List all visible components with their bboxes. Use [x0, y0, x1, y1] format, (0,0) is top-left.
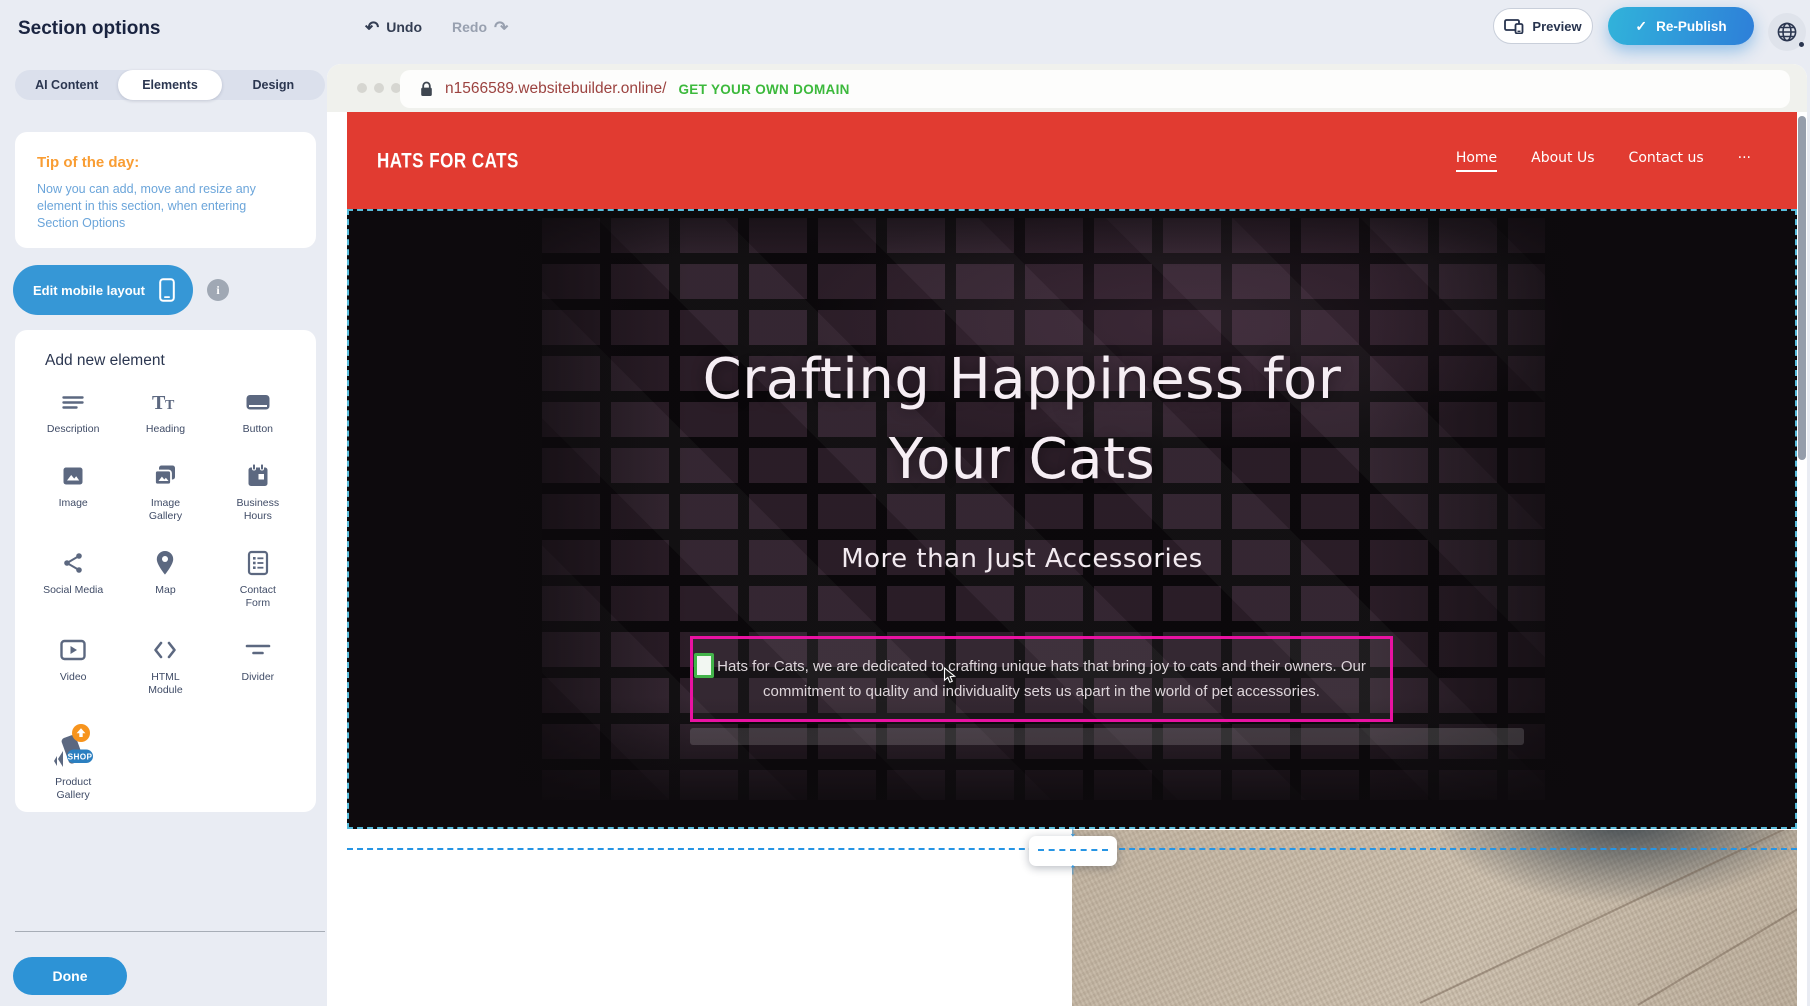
browser-traffic-lights: [357, 83, 401, 93]
edit-mobile-layout-button[interactable]: Edit mobile layout: [13, 265, 193, 315]
canvas-scrollbar[interactable]: [1798, 116, 1806, 460]
element-product-gallery[interactable]: SHOP Product Gallery: [27, 723, 119, 802]
resize-dashes: [1038, 849, 1108, 851]
sidebar-tabs: AI Content Elements Design: [15, 70, 325, 100]
nav-about-us[interactable]: About Us: [1531, 150, 1594, 172]
arrow-up-icon: ↑: [1029, 862, 1117, 878]
address-bar[interactable]: n1566589.websitebuilder.online/ GET YOUR…: [400, 70, 1790, 108]
hero-subheading[interactable]: More than Just Accessories: [349, 544, 1695, 574]
checkmark-icon: ✓: [1635, 18, 1647, 35]
info-icon[interactable]: i: [207, 279, 229, 301]
selected-text-element[interactable]: Hats for Cats, we are dedicated to craft…: [690, 636, 1393, 722]
sidebar-divider: [15, 931, 325, 932]
element-business-hours[interactable]: Business Hours: [212, 462, 304, 523]
contact-form-icon: [247, 549, 269, 577]
element-button[interactable]: Button: [212, 388, 304, 436]
heading-icon: TT: [152, 388, 178, 416]
svg-text:T: T: [152, 392, 166, 414]
element-drag-handle[interactable]: [694, 653, 714, 678]
element-image[interactable]: Image: [27, 462, 119, 523]
undo-label: Undo: [386, 19, 422, 35]
hero-paragraph[interactable]: Hats for Cats, we are dedicated to craft…: [693, 654, 1390, 704]
pavement-joint-line: [1637, 901, 1797, 1006]
get-domain-link[interactable]: GET YOUR OWN DOMAIN: [678, 82, 849, 97]
element-map[interactable]: Map: [119, 549, 211, 610]
tab-elements[interactable]: Elements: [118, 70, 221, 100]
mouse-cursor-icon: [943, 667, 957, 685]
svg-text:SHOP: SHOP: [68, 752, 93, 761]
element-grid: Description TT Heading Button Image Imag…: [27, 388, 304, 802]
element-contact-form[interactable]: Contact Form: [212, 549, 304, 610]
image-gallery-icon: [152, 462, 178, 490]
preview-label: Preview: [1532, 19, 1581, 34]
element-social-media[interactable]: Social Media: [27, 549, 119, 610]
tip-title: Tip of the day:: [37, 154, 139, 171]
business-hours-icon: [246, 462, 270, 490]
nav-more-dots[interactable]: ···: [1738, 150, 1751, 172]
tip-body: Now you can add, move and resize any ele…: [37, 181, 287, 232]
element-html-module[interactable]: HTML Module: [119, 636, 211, 697]
drop-target-band: [690, 728, 1524, 745]
hero-section-selected[interactable]: Crafting Happiness for Your Cats More th…: [347, 209, 1797, 829]
language-globe-button[interactable]: [1768, 13, 1806, 51]
devices-icon: [1504, 19, 1524, 34]
site-nav: Home About Us Contact us ···: [1456, 150, 1751, 172]
arrow-down-icon: ↓: [1029, 824, 1117, 840]
section-resize-handle[interactable]: ↓ ↑: [1029, 836, 1117, 866]
add-panel-title: Add new element: [45, 352, 165, 370]
nav-contact-us[interactable]: Contact us: [1629, 150, 1704, 172]
element-description[interactable]: Description: [27, 388, 119, 436]
preview-button[interactable]: Preview: [1493, 8, 1593, 44]
divider-icon: [245, 636, 271, 664]
next-section-photo: [1072, 830, 1797, 1006]
social-media-icon: [61, 549, 85, 577]
lock-icon: [420, 81, 433, 97]
redo-icon: ↷: [494, 19, 508, 36]
phone-icon: [159, 278, 175, 302]
element-heading[interactable]: TT Heading: [119, 388, 211, 436]
button-icon: [245, 388, 271, 416]
nav-home[interactable]: Home: [1456, 150, 1497, 172]
site-url[interactable]: n1566589.websitebuilder.online/: [445, 80, 666, 98]
description-icon: [61, 388, 85, 416]
globe-icon: [1776, 21, 1798, 43]
pavement-joint-line: [1420, 830, 1797, 1004]
add-new-element-panel: Add new element Description TT Heading B…: [15, 330, 316, 812]
tab-design[interactable]: Design: [222, 70, 325, 100]
product-gallery-icon: SHOP: [50, 723, 96, 769]
site-logo[interactable]: HATS FOR CATS: [377, 148, 519, 173]
video-icon: [60, 636, 86, 664]
tip-of-the-day-card: Tip of the day: Now you can add, move an…: [15, 132, 316, 248]
undo-icon: ↶: [365, 19, 379, 36]
redo-label: Redo: [452, 19, 487, 35]
browser-chrome: n1566589.websitebuilder.online/ GET YOUR…: [327, 64, 1807, 112]
site-header[interactable]: HATS FOR CATS Home About Us Contact us ·…: [347, 112, 1797, 209]
html-code-icon: [152, 636, 178, 664]
tab-ai-content[interactable]: AI Content: [15, 70, 118, 100]
undo-button[interactable]: ↶ Undo: [365, 14, 422, 40]
edit-mobile-label: Edit mobile layout: [33, 283, 145, 298]
page-title: Section options: [18, 18, 161, 40]
done-button[interactable]: Done: [13, 957, 127, 995]
element-video[interactable]: Video: [27, 636, 119, 697]
element-divider[interactable]: Divider: [212, 636, 304, 697]
image-icon: [61, 462, 85, 490]
svg-text:T: T: [165, 398, 175, 413]
map-pin-icon: [154, 549, 176, 577]
republish-label: Re-Publish: [1656, 19, 1727, 34]
element-image-gallery[interactable]: Image Gallery: [119, 462, 211, 523]
republish-button[interactable]: ✓ Re-Publish: [1608, 7, 1754, 45]
redo-button[interactable]: Redo ↷: [452, 14, 508, 40]
hero-heading[interactable]: Crafting Happiness for Your Cats: [349, 340, 1695, 500]
globe-badge-dot: [1799, 42, 1804, 47]
